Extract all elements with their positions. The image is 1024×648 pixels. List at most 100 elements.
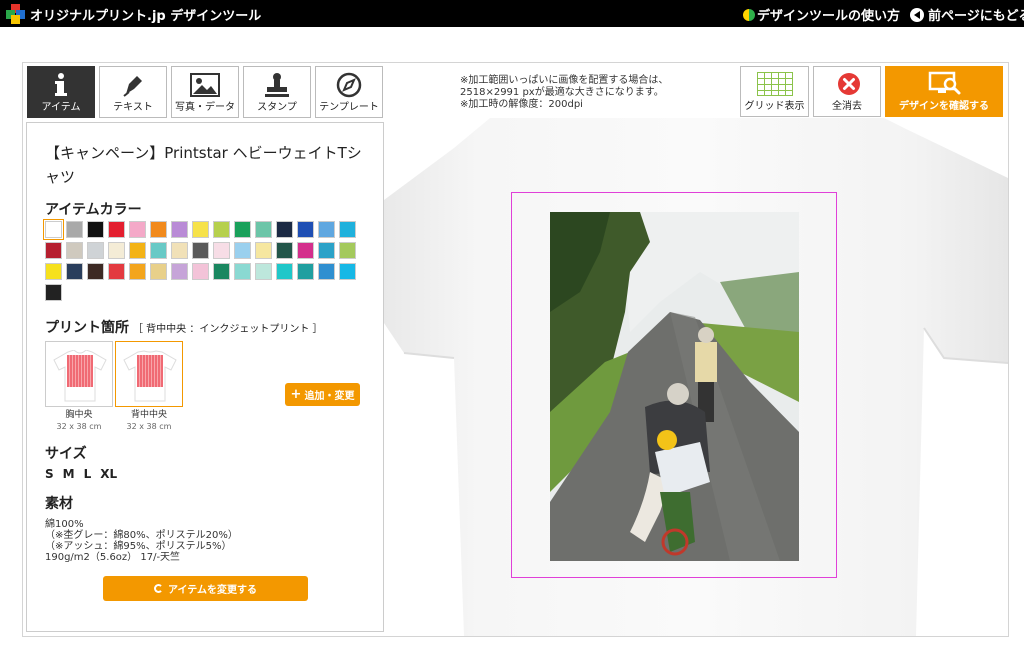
color-swatch[interactable] <box>87 242 104 259</box>
color-swatch[interactable] <box>129 221 146 238</box>
color-swatch[interactable] <box>276 221 293 238</box>
print-location-sub: ［ 背中中央 ：インクジェットプリント ］ <box>133 324 323 335</box>
color-swatch[interactable] <box>318 242 335 259</box>
confirm-design-button[interactable]: デザインを確認する <box>885 66 1003 117</box>
color-swatch[interactable] <box>45 263 62 280</box>
color-swatch[interactable] <box>234 263 251 280</box>
pen-icon <box>100 71 166 99</box>
note-line: ※加工範囲いっぱいに画像を配置する場合は、 <box>460 75 669 86</box>
help-link[interactable]: デザインツールの使い方 <box>743 5 900 24</box>
color-swatch[interactable] <box>192 263 209 280</box>
color-swatch[interactable] <box>318 221 335 238</box>
back-link[interactable]: 前ページにもどる <box>910 5 1024 24</box>
product-name: 【キャンペーン】Printstar ヘビーウェイトTシャツ <box>45 144 362 186</box>
plus-icon: + <box>290 387 302 402</box>
color-swatch[interactable] <box>108 263 125 280</box>
clear-all-button[interactable]: 全消去 <box>813 66 881 117</box>
color-swatch[interactable] <box>255 242 272 259</box>
color-swatch[interactable] <box>255 263 272 280</box>
color-swatch[interactable] <box>150 242 167 259</box>
color-swatch[interactable] <box>129 242 146 259</box>
color-swatch[interactable] <box>171 242 188 259</box>
color-swatch[interactable] <box>171 263 188 280</box>
color-swatch[interactable] <box>108 221 125 238</box>
grid-toggle-button[interactable]: グリッド表示 <box>740 66 809 117</box>
position-chest-label: 胸中央 <box>65 410 93 420</box>
back-arrow-icon <box>910 7 924 22</box>
color-swatch[interactable] <box>297 242 314 259</box>
tab-stamp[interactable]: スタンプ <box>243 66 311 118</box>
size-option[interactable]: S <box>45 467 54 481</box>
color-swatch[interactable] <box>129 263 146 280</box>
color-swatch[interactable] <box>339 221 356 238</box>
design-photo[interactable] <box>550 212 799 561</box>
material-text: 綿100% （※杢グレー：綿80%、ポリステル20%） （※アッシュ：綿95%、… <box>45 519 238 563</box>
color-swatch[interactable] <box>192 242 209 259</box>
color-swatch[interactable] <box>150 221 167 238</box>
color-swatch[interactable] <box>213 221 230 238</box>
grid-icon <box>757 72 793 96</box>
print-area-marker <box>137 355 163 387</box>
image-icon <box>172 71 238 99</box>
note-line: ※加工時の解像度：200dpi <box>460 99 583 110</box>
add-position-button[interactable]: + 追加・変更 <box>285 383 360 406</box>
color-swatch[interactable] <box>297 221 314 238</box>
tab-item-label: アイテム <box>41 102 81 113</box>
color-swatch[interactable] <box>171 221 188 238</box>
print-notes: ※加工範囲いっぱいに画像を配置する場合は、 2518×2991 pxが最適な大き… <box>460 75 668 111</box>
print-heading-label: プリント箇所 <box>45 320 129 336</box>
color-swatch[interactable] <box>87 263 104 280</box>
size-option[interactable]: M <box>63 467 75 481</box>
tab-photo[interactable]: 写真・データ <box>171 66 239 118</box>
info-icon <box>28 71 94 99</box>
color-swatch[interactable] <box>45 242 62 259</box>
color-swatch[interactable] <box>297 263 314 280</box>
size-list: S M L XL <box>45 467 117 481</box>
tab-photo-label: 写真・データ <box>175 102 235 113</box>
change-item-label: アイテムを変更する <box>168 585 257 596</box>
confirm-design-label: デザインを確認する <box>899 101 989 112</box>
logo-icon <box>6 4 26 24</box>
size-option[interactable]: L <box>84 467 92 481</box>
color-swatch[interactable] <box>213 242 230 259</box>
color-swatch[interactable] <box>213 263 230 280</box>
tab-item[interactable]: アイテム <box>27 66 95 118</box>
color-swatch[interactable] <box>66 221 83 238</box>
position-back-label: 背中中央 <box>130 410 167 420</box>
color-swatch[interactable] <box>276 263 293 280</box>
material-line: 190g/m2（5.6oz） 17/-天竺 <box>45 552 181 563</box>
color-swatch[interactable] <box>66 242 83 259</box>
color-swatch[interactable] <box>339 263 356 280</box>
color-swatch[interactable] <box>87 221 104 238</box>
tab-text[interactable]: テキスト <box>99 66 167 118</box>
brand-title: オリジナルプリント.jp デザインツール <box>30 9 262 24</box>
color-swatch[interactable] <box>318 263 335 280</box>
change-item-button[interactable]: アイテムを変更する <box>103 576 308 601</box>
material-heading: 素材 <box>45 496 73 512</box>
color-swatch[interactable] <box>234 221 251 238</box>
color-swatch[interactable] <box>45 284 62 301</box>
grid-toggle-label: グリッド表示 <box>744 101 805 112</box>
position-chest[interactable] <box>45 341 113 407</box>
color-swatch[interactable] <box>234 242 251 259</box>
color-swatch[interactable] <box>255 221 272 238</box>
tool-tabs: アイテム テキスト 写真・データ スタンプ テンプレート <box>27 66 384 118</box>
position-back-dim: 32 x 38 cm <box>126 422 172 431</box>
close-icon <box>838 73 860 95</box>
note-line: 2518×2991 pxが最適な大きさになります。 <box>460 87 664 98</box>
position-back-caption: 背中中央 32 x 38 cm <box>115 409 183 433</box>
color-swatch[interactable] <box>43 219 64 240</box>
color-swatch[interactable] <box>66 263 83 280</box>
material-line: （※杢グレー：綿80%、ポリステル20%） <box>45 530 238 541</box>
color-swatch[interactable] <box>108 242 125 259</box>
help-link-label: デザインツールの使い方 <box>757 9 901 24</box>
template-icon <box>316 71 382 99</box>
color-swatch[interactable] <box>192 221 209 238</box>
color-swatch[interactable] <box>339 242 356 259</box>
color-swatch[interactable] <box>150 263 167 280</box>
tab-template[interactable]: テンプレート <box>315 66 383 118</box>
size-option[interactable]: XL <box>100 467 117 481</box>
color-swatch[interactable] <box>276 242 293 259</box>
tab-text-label: テキスト <box>113 102 153 113</box>
position-back[interactable] <box>115 341 183 407</box>
